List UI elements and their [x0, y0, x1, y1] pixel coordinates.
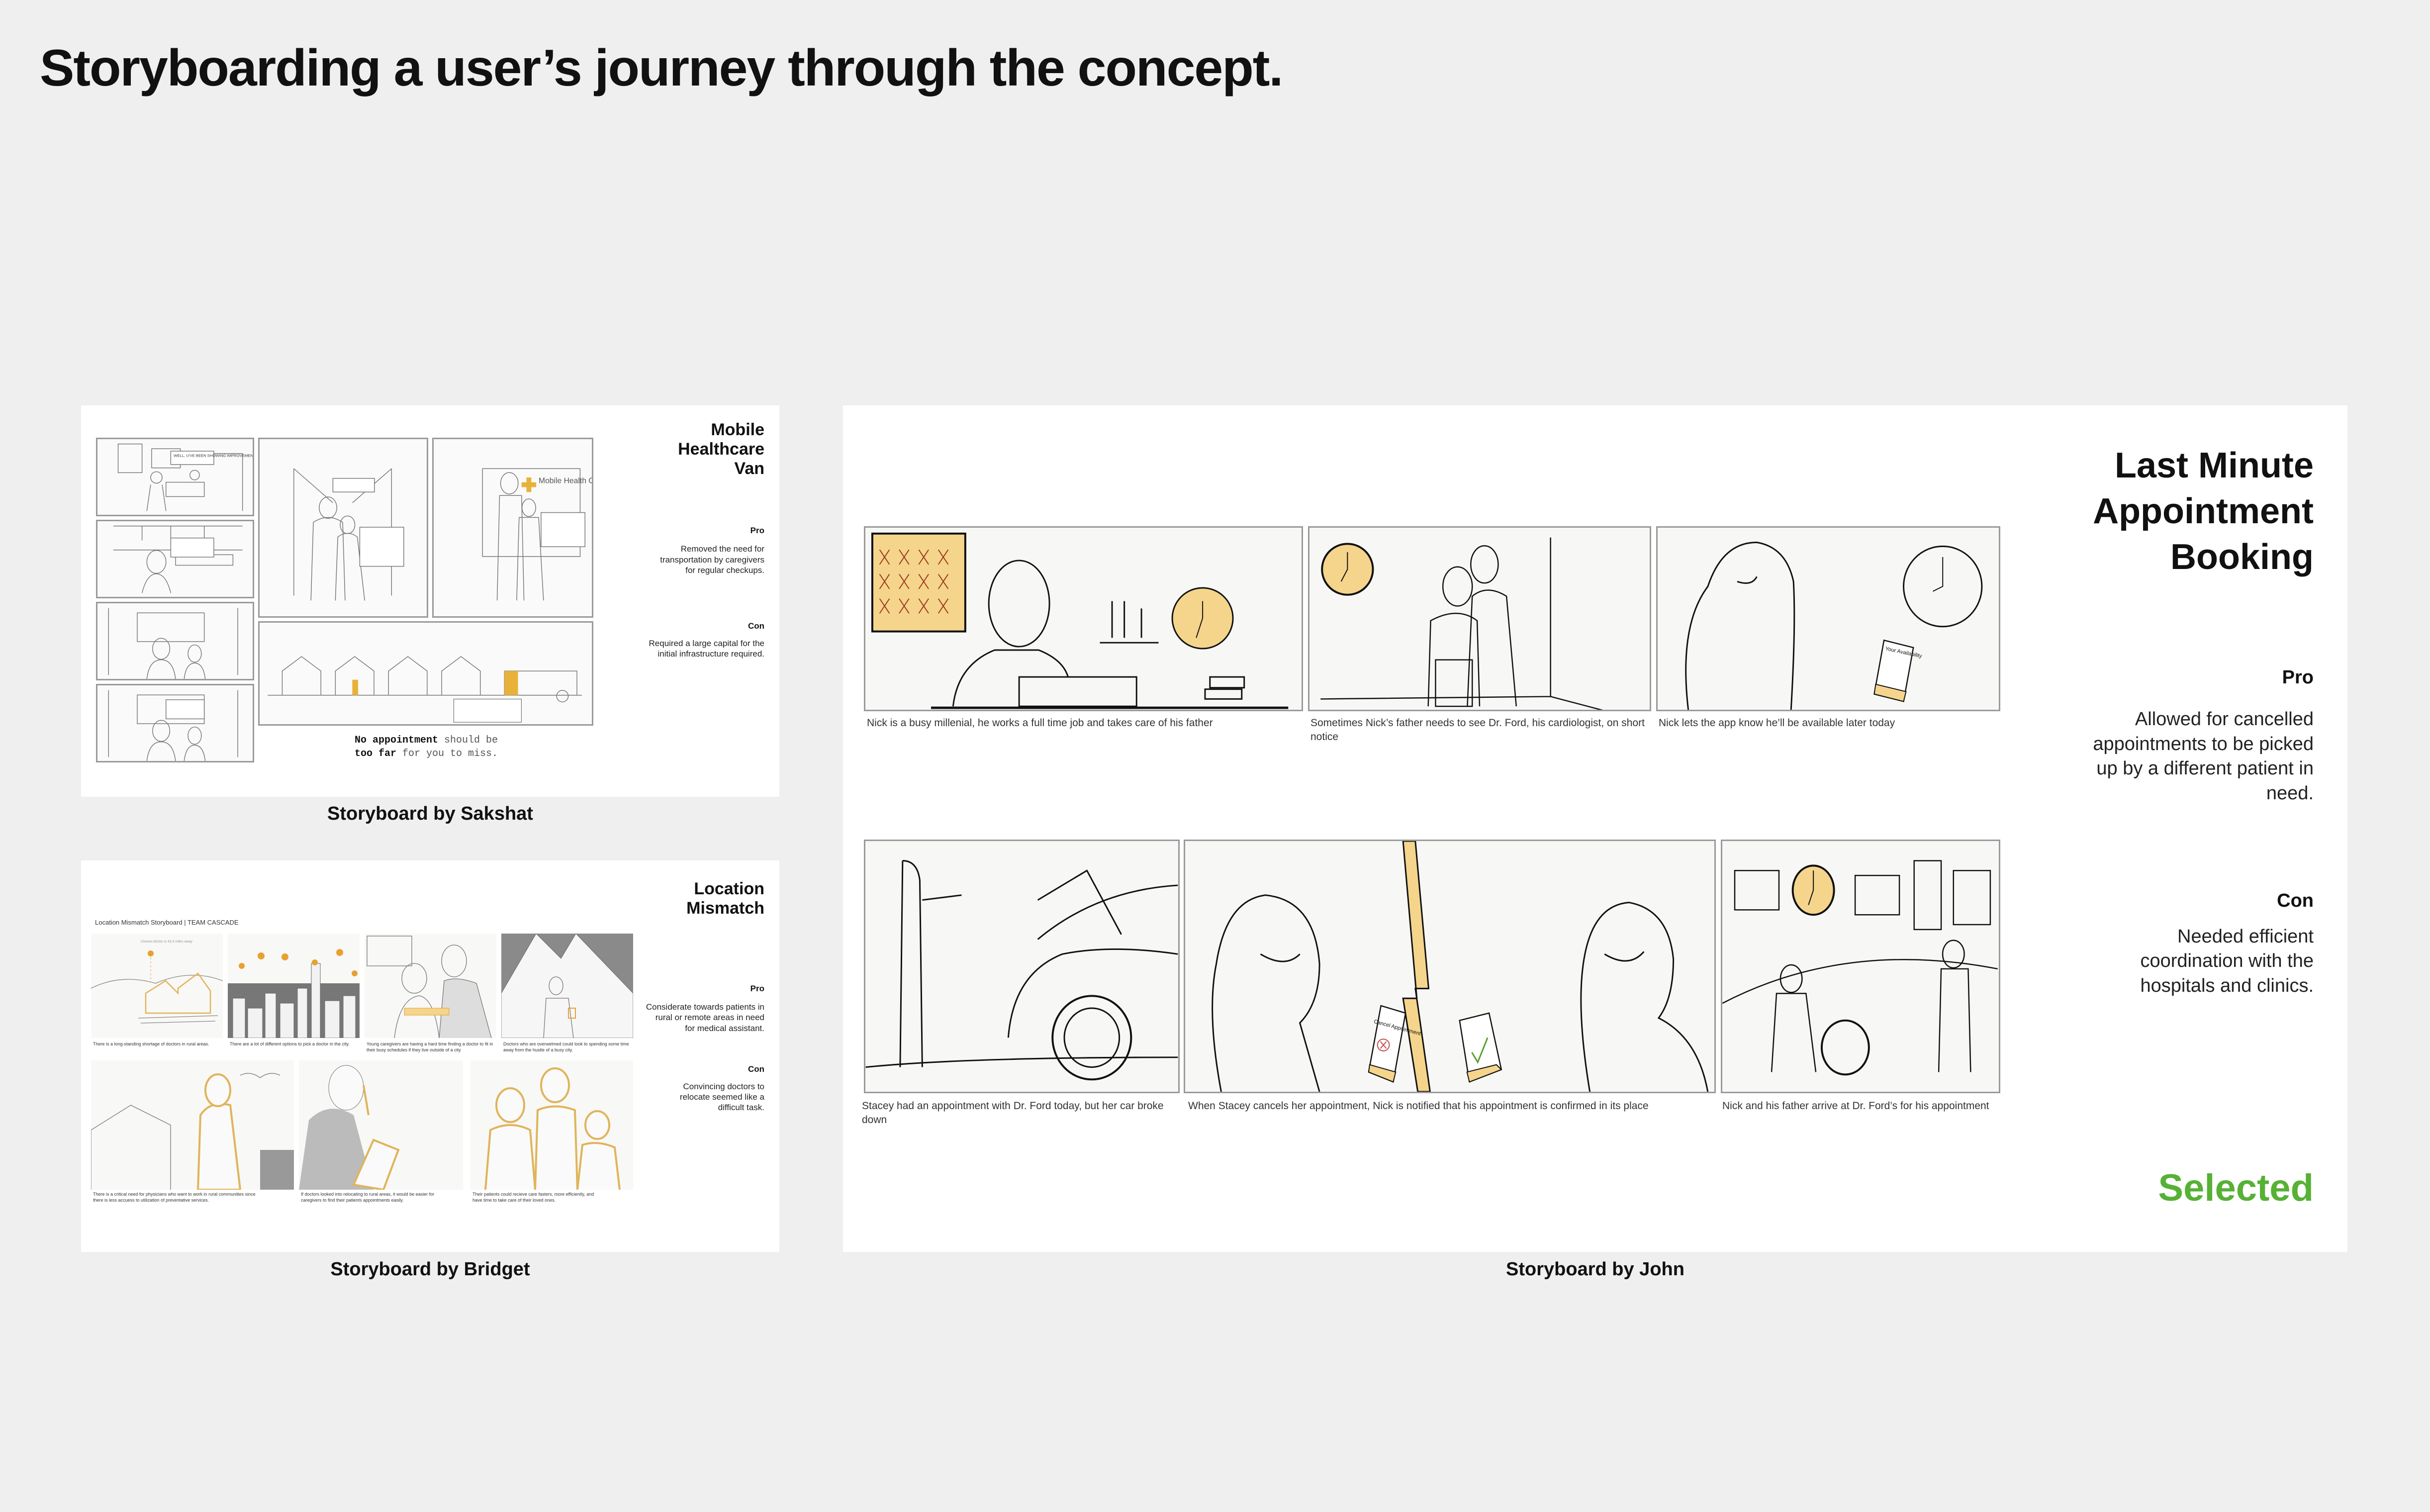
panel-caption: Young caregivers are having a hard time …: [367, 1041, 493, 1053]
sketch-panel: [96, 602, 254, 680]
panel-caption: Sometimes Nick’s father needs to see Dr.…: [1310, 717, 1645, 743]
illustration-panel: [299, 1060, 463, 1190]
concept-title: Mobile Healthcare Van: [678, 420, 764, 478]
panel-caption: There are a lot of different options to …: [230, 1041, 350, 1046]
selected-status-badge: Selected: [2158, 1167, 2314, 1209]
hallway-grandma-sketch: [293, 468, 404, 601]
board-header: Location Mismatch Storyboard | TEAM CASC…: [95, 919, 239, 926]
doctor-desk-sketch: [113, 525, 243, 593]
pro-label: Pro: [750, 984, 764, 994]
sketch-panel: [258, 438, 428, 618]
storyboard-panel: [1721, 840, 2000, 1093]
neighborhood-van-sketch: [268, 656, 582, 723]
pro-label: Pro: [750, 526, 764, 536]
mobile-clinic-van-sketch: Mobile Health Clinic: [482, 468, 592, 601]
concept-sidebar: Last Minute Appointment Booking Pro Allo…: [2035, 443, 2314, 998]
city-skyline-illustration: [228, 949, 360, 1038]
illustration-panel: [470, 1060, 633, 1190]
storyboard-panel: [864, 840, 1180, 1093]
arrive-at-doctor-sketch: [1722, 860, 1998, 1076]
con-text: Required a large capital for the initial…: [649, 639, 764, 659]
concept-title: Last Minute Appointment Booking: [2093, 446, 2314, 577]
pro-text: Allowed for cancelled appointments to be…: [2093, 709, 2314, 804]
storyboard-card-john[interactable]: Nick is a busy millenial, he works a ful…: [843, 405, 2347, 1252]
illustration-panel: [228, 934, 360, 1038]
nick-at-desk-sketch: [871, 532, 1289, 709]
panel-caption: Doctors who are overwelmed could look to…: [503, 1041, 629, 1053]
concept-title: Location Mismatch: [686, 879, 764, 918]
waiting-room-sketch: [108, 608, 238, 679]
storyboard-panel: Your Availability: [1656, 526, 2000, 711]
con-text: Convincing doctors to relocate seemed li…: [679, 1081, 764, 1113]
concept-sidebar: Mobile Healthcare Van Pro Removed the ne…: [620, 420, 764, 660]
storyboard-caption-sakshat: Storyboard by Sakshat: [327, 803, 533, 824]
kitchen-consult-sketch: WELL, U'VE BEEN SHOWING IMPROVEMENTS OVE…: [117, 443, 253, 511]
illustration-panel: [91, 1060, 294, 1190]
overwhelmed-doctor-illustration: [501, 934, 633, 1038]
van-tagline: No appointment should be too far for you…: [355, 735, 498, 759]
illustration-panel: [365, 934, 496, 1038]
sketch-panel: WELL, U'VE BEEN SHOWING IMPROVEMENTS OVE…: [96, 438, 254, 516]
con-text: Needed efficient coordination with the h…: [2140, 926, 2314, 996]
pro-text: Removed the need for transportation by c…: [660, 544, 764, 575]
nick-phone-availability-sketch: Your Availability: [1685, 542, 1983, 710]
happy-patients-illustration: [484, 1067, 621, 1190]
rural-doctor-illustration: [91, 1073, 294, 1190]
storyboard-caption-bridget: Storyboard by Bridget: [330, 1259, 530, 1280]
panel-caption: Stacey had an appointment with Dr. Ford …: [862, 1100, 1164, 1126]
sketch-panel: [96, 520, 254, 598]
stacey-broken-car-sketch: [865, 860, 1178, 1081]
sketch-panel: Mobile Health Clinic: [432, 438, 593, 618]
illustration-panel: Closest doctor is 43.3 miles away: [91, 934, 223, 1038]
panel-caption: There is a long-standing shortage of doc…: [93, 1041, 209, 1046]
father-walker-sketch: [1320, 537, 1603, 710]
concept-sidebar: Location Mismatch Pro Considerate toward…: [620, 879, 764, 1113]
pro-label: Pro: [2282, 667, 2314, 688]
page-title: Storyboarding a user’s journey through t…: [40, 39, 1283, 97]
pro-text: Considerate towards patients in rural or…: [646, 1002, 764, 1033]
con-label: Con: [2277, 890, 2314, 912]
map-note: Closest doctor is 43.3 miles away: [141, 940, 192, 944]
reception-sketch: [108, 690, 238, 761]
storyboard-card-bridget[interactable]: Location Mismatch Storyboard | TEAM CASC…: [81, 860, 779, 1252]
cancel-confirm-split-sketch: Cancel Appointment: [1212, 841, 1709, 1092]
storyboard-card-sakshat[interactable]: WELL, U'VE BEEN SHOWING IMPROVEMENTS OVE…: [81, 405, 779, 797]
storyboard-caption-john: Storyboard by John: [1506, 1259, 1684, 1280]
con-label: Con: [748, 621, 764, 631]
doctor-phone-illustration: [299, 1065, 400, 1190]
speech-bubble-text: WELL, U'VE BEEN SHOWING IMPROVEMENTS OVE…: [174, 454, 253, 458]
storyboard-panel: [1308, 526, 1651, 711]
panel-caption: When Stacey cancels her appointment, Nic…: [1188, 1100, 1649, 1112]
panel-caption: Nick is a busy millenial, he works a ful…: [867, 717, 1213, 729]
storyboard-panel: [864, 526, 1303, 711]
van-sign: Mobile Health Clinic: [539, 477, 592, 485]
panel-caption: There is a critical need for physicians …: [93, 1192, 256, 1203]
illustration-panel: [501, 934, 633, 1038]
panel-caption: Nick and his father arrive at Dr. Ford’s…: [1722, 1100, 1989, 1112]
con-label: Con: [748, 1064, 764, 1074]
panel-caption: Their patients could recieve care faster…: [472, 1192, 594, 1203]
panel-caption: Nick lets the app know he’ll be availabl…: [1659, 717, 1895, 729]
panel-caption: If doctors looked into relocating to rur…: [301, 1192, 435, 1203]
sketch-panel: [258, 621, 593, 726]
rural-barn-illustration: Closest doctor is 43.3 miles away: [91, 940, 223, 1024]
sketch-panel: [96, 684, 254, 762]
caregivers-tablet-illustration: [367, 936, 492, 1038]
storyboard-panel: Cancel Appointment: [1184, 840, 1716, 1093]
